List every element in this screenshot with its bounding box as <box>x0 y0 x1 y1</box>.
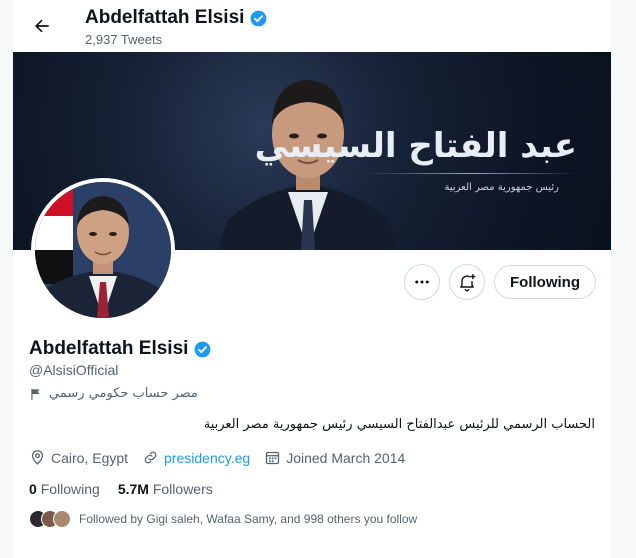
notify-button[interactable] <box>449 264 486 300</box>
website-item: presidency.eg <box>142 449 250 466</box>
location-pin-icon <box>31 450 44 465</box>
followed-by-row[interactable]: Followed by Gigi saleh, Wafaa Samy, and … <box>29 510 417 528</box>
profile-actions: Following <box>404 264 596 300</box>
following-number: 0 <box>29 481 37 497</box>
profile-page: Abdelfattah Elsisi 2,937 Tweets عبد الفت… <box>12 0 612 558</box>
more-button[interactable] <box>404 264 441 300</box>
more-dots-icon <box>415 280 429 284</box>
profile-name-row: Abdelfattah Elsisi <box>29 338 212 360</box>
followers-count[interactable]: 5.7M Followers <box>118 481 213 497</box>
header-name: Abdelfattah Elsisi <box>85 7 245 28</box>
profile-handle: @AlsisiOfficial <box>29 362 119 378</box>
banner-title: عبد الفتاح السيسي <box>254 126 577 166</box>
location-text: Cairo, Egypt <box>51 449 129 466</box>
government-label-text: مصر حساب حكومي رسمي <box>49 386 198 401</box>
follower-avatars <box>29 510 71 528</box>
banner-subtitle: رئيس جمهورية مصر العربية <box>444 182 559 193</box>
profile-name: Abdelfattah Elsisi <box>29 338 189 359</box>
following-button[interactable]: Following <box>494 265 596 299</box>
location-item: Cairo, Egypt <box>29 449 128 466</box>
back-button[interactable] <box>26 10 58 42</box>
bell-plus-icon <box>460 274 476 292</box>
followers-number: 5.7M <box>117 481 149 497</box>
follow-counts: 0 Following 5.7M Followers <box>29 481 213 497</box>
following-count-label: Following <box>40 481 100 497</box>
following-count[interactable]: 0 Following <box>29 481 100 497</box>
top-bar: Abdelfattah Elsisi 2,937 Tweets <box>13 0 611 52</box>
flag-icon <box>31 388 40 400</box>
avatar-image <box>35 182 171 318</box>
verified-badge-icon <box>195 341 211 357</box>
tweet-count: 2,937 Tweets <box>85 32 163 47</box>
banner-divider <box>364 173 579 174</box>
profile-bio: الحساب الرسمي للرئيس عبدالفتاح السيسي رئ… <box>203 417 595 432</box>
link-icon <box>144 451 157 464</box>
profile-avatar[interactable] <box>31 178 175 322</box>
government-label[interactable]: مصر حساب حكومي رسمي <box>29 386 198 401</box>
joined-item: Joined March 2014 <box>264 449 405 466</box>
follower-avatar <box>53 510 71 528</box>
profile-meta: Cairo, Egypt presidency.eg Joined March … <box>29 449 405 466</box>
verified-badge-icon <box>251 10 267 26</box>
followers-count-label: Followers <box>152 481 213 497</box>
header-title: Abdelfattah Elsisi <box>85 7 268 29</box>
joined-text: Joined March 2014 <box>286 449 406 466</box>
calendar-icon <box>266 451 280 465</box>
website-link[interactable]: presidency.eg <box>164 450 250 466</box>
arrow-left-icon <box>35 19 49 33</box>
followed-by-text: Followed by Gigi saleh, Wafaa Samy, and … <box>79 512 418 526</box>
